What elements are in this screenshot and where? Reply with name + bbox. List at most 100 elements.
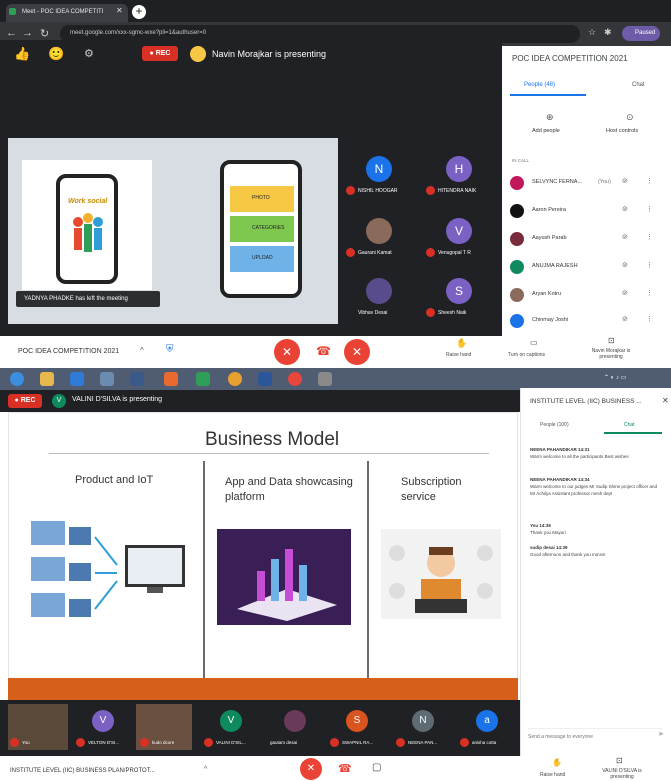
- menu-item-photo: PHOTO: [230, 186, 294, 212]
- new-tab-button[interactable]: +: [132, 5, 146, 19]
- list-item[interactable]: ANUJMA RAJESH ⊘ ⋮: [510, 256, 665, 278]
- raise-hand-label[interactable]: Raise hand: [446, 352, 471, 358]
- panel-title: INSTITUTE LEVEL (IIC) BUSINESS ...: [530, 398, 642, 405]
- tile-name: anisha cotta: [472, 740, 497, 745]
- hang-up-button[interactable]: ☎: [316, 344, 331, 358]
- mic-off-button[interactable]: ✕: [300, 758, 322, 780]
- chrome-icon[interactable]: [288, 372, 302, 386]
- iot-diagram: [31, 521, 185, 617]
- avatar: [510, 288, 524, 302]
- avatar: [510, 204, 524, 218]
- more-icon[interactable]: ⋮: [646, 177, 653, 185]
- extensions-icon[interactable]: ✱: [604, 27, 612, 38]
- participant-strip: You V VELTON D'SI... kudo dcore V VALINI…: [0, 700, 520, 756]
- bookmark-star-icon[interactable]: ☆: [588, 27, 596, 38]
- chat-message: NEENA PAHANDIKAR 14:34 Warm welcome to ou…: [530, 477, 658, 496]
- avatar: [510, 176, 524, 190]
- url-text: meet.google.com/xxx-sgmc-wxe?pli=1&authu…: [70, 30, 207, 36]
- mic-muted-icon: [396, 738, 405, 747]
- title-rule: [49, 453, 489, 454]
- tile-avatar: N: [366, 156, 392, 182]
- system-tray-icon[interactable]: ⌃ ◐ ♪ ▭: [604, 374, 626, 381]
- chevron-up-icon[interactable]: ^: [140, 346, 144, 355]
- section-label: IN CALL: [512, 158, 530, 163]
- browser-tab[interactable]: Meet - POC IDEA COMPETITI: [6, 4, 128, 22]
- close-icon[interactable]: ✕: [662, 396, 669, 405]
- avatar-icon[interactable]: 🙂: [48, 46, 64, 62]
- rec-badge: ● REC: [142, 46, 178, 61]
- app-icon[interactable]: [318, 372, 332, 386]
- more-icon[interactable]: ⋮: [646, 315, 653, 323]
- file-explorer-icon[interactable]: [40, 372, 54, 386]
- more-icon[interactable]: ⋮: [646, 205, 653, 213]
- chat-message: sudip desai 14:39 Good afternoon and than…: [530, 545, 606, 557]
- tile-name: You: [22, 740, 30, 745]
- word-icon[interactable]: [258, 372, 272, 386]
- host-controls-icon[interactable]: ⊙: [626, 112, 634, 123]
- raise-hand-icon[interactable]: ✋: [552, 758, 562, 767]
- mic-muted-icon: [10, 738, 19, 747]
- tab-people[interactable]: People (48): [510, 78, 586, 96]
- app-icon[interactable]: [100, 372, 114, 386]
- presenting-text: Navin Morajkar is presenting: [212, 49, 327, 59]
- chat-input[interactable]: [528, 728, 662, 744]
- gear-icon[interactable]: ⚙: [84, 47, 94, 60]
- add-person-icon[interactable]: ⊕: [546, 112, 554, 123]
- tab-people[interactable]: People (100): [530, 418, 590, 434]
- chat-message: You 14:36 Thank you Mayuri: [530, 523, 566, 535]
- captions-icon[interactable]: ▭: [530, 338, 538, 347]
- camera-off-button[interactable]: ✕: [344, 339, 370, 365]
- add-people-label[interactable]: Add people: [532, 128, 560, 134]
- raise-hand-icon[interactable]: ✋: [456, 338, 467, 349]
- send-icon[interactable]: ➤: [658, 730, 664, 738]
- close-tab-icon[interactable]: ✕: [116, 6, 123, 15]
- host-controls-label[interactable]: Host controls: [606, 128, 638, 134]
- hang-up-button[interactable]: ☎: [338, 762, 352, 775]
- mic-muted-icon: [204, 738, 213, 747]
- presenting-label[interactable]: VALINI D'SILVA is presenting: [600, 768, 644, 780]
- meeting-name[interactable]: INSTITUTE LEVEL (IIC) BUSINESS PLAN/PROT…: [10, 768, 155, 774]
- back-icon[interactable]: ←: [6, 27, 17, 39]
- list-item[interactable]: Aaron Pereira ⊘ ⋮: [510, 200, 665, 222]
- shield-icon[interactable]: ⛨: [166, 344, 174, 355]
- list-item[interactable]: SELVYNC FERNA... (You) ⊘ ⋮: [510, 172, 665, 194]
- more-icon[interactable]: ⋮: [646, 233, 653, 241]
- edge-icon[interactable]: [70, 372, 84, 386]
- tile-name: Venugopal T R: [438, 250, 471, 256]
- reload-icon[interactable]: ↻: [40, 27, 49, 40]
- mic-off-icon: ⊘: [622, 290, 628, 297]
- raise-hand-label[interactable]: Raise hand: [540, 772, 565, 778]
- meeting-name[interactable]: POC IDEA COMPETITION 2021: [18, 348, 119, 355]
- mic-off-button[interactable]: ✕: [274, 339, 300, 365]
- people-logo: [73, 213, 103, 252]
- tab-chat[interactable]: Chat: [620, 78, 670, 96]
- avatar: [510, 260, 524, 274]
- tile-avatar: S: [446, 278, 472, 304]
- app-icon[interactable]: [164, 372, 178, 386]
- forward-icon[interactable]: →: [22, 27, 33, 39]
- tab-chat[interactable]: Chat: [604, 418, 662, 434]
- present-icon[interactable]: ⊡: [616, 756, 623, 765]
- app-icon[interactable]: [130, 372, 144, 386]
- chevron-up-icon[interactable]: ^: [204, 766, 207, 773]
- app-icon[interactable]: [196, 372, 210, 386]
- mic-muted-icon: [460, 738, 469, 747]
- list-item[interactable]: Chinmay Joshi ⊘ ⋮: [510, 310, 665, 330]
- mic-muted-icon: [346, 186, 355, 195]
- start-icon[interactable]: [10, 372, 24, 386]
- captions-label[interactable]: Turn on captions: [508, 352, 545, 358]
- firefox-icon[interactable]: [228, 372, 242, 386]
- more-icon[interactable]: ⋮: [646, 261, 653, 269]
- list-item[interactable]: Aryan Kotru ⊘ ⋮: [510, 284, 665, 306]
- present-icon[interactable]: ⊡: [608, 336, 615, 345]
- mic-muted-icon: [76, 738, 85, 747]
- presenting-label[interactable]: Navin Morajkar is presenting: [586, 348, 636, 360]
- profile-button[interactable]: Paused: [622, 26, 660, 41]
- app-data-illustration: [217, 529, 351, 625]
- thumbs-up-icon[interactable]: 👍: [14, 46, 30, 62]
- more-icon[interactable]: ⋮: [646, 289, 653, 297]
- mic-muted-icon: [346, 248, 355, 257]
- list-item[interactable]: Aayush Parab ⊘ ⋮: [510, 228, 665, 250]
- column-heading: Product and IoT: [75, 474, 154, 486]
- camera-icon[interactable]: ▢: [372, 762, 381, 773]
